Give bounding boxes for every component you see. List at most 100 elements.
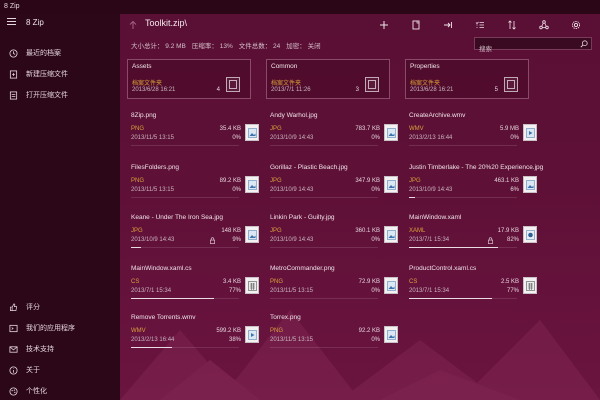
file-type: PNG — [270, 328, 284, 334]
folder-item-count: 5 — [494, 87, 498, 93]
file-date: 2013/10/9 14:43 — [270, 187, 314, 193]
file-date: 2013/10/9 14:43 — [131, 237, 175, 243]
compression-bar-fill — [409, 298, 493, 299]
folder-tile[interactable]: Assets 档案文件夹 2013/6/28 16:21 4 — [127, 59, 251, 99]
folder-name: Properties — [410, 63, 440, 70]
file-type: CS — [409, 279, 418, 285]
nav-about[interactable]: 关于 — [0, 361, 120, 379]
compression-ratio: 6% — [510, 187, 519, 193]
file-name: MainWindow.xaml.cs — [131, 265, 192, 272]
folder-item-count: 4 — [216, 87, 220, 93]
file-name: Andy Warhol.jpg — [270, 112, 318, 119]
compression-ratio: 0% — [371, 288, 380, 294]
search-icon[interactable] — [580, 40, 588, 48]
new-archive-icon — [0, 69, 26, 79]
folder-date: 2013/6/28 16:21 — [132, 87, 176, 93]
search-input[interactable] — [475, 44, 575, 55]
file-tile[interactable]: Linkin Park - Guilty.jpg JPG 2013/10/9 14:… — [270, 214, 398, 254]
compression-bar — [409, 197, 517, 198]
nav-our-apps[interactable]: 我们的应用程序 — [0, 319, 120, 337]
compression-bar-fill — [131, 298, 215, 299]
compression-bar — [131, 347, 239, 348]
compression-ratio: 38% — [228, 337, 241, 343]
new-file-button[interactable] — [400, 18, 432, 32]
file-date: 2013/2/13 16:44 — [409, 135, 453, 141]
file-type: WMV — [131, 328, 146, 334]
compression-bar — [131, 247, 239, 248]
image-file-icon — [384, 326, 398, 343]
file-date: 2013/10/9 14:43 — [270, 135, 314, 141]
nav-open-archive[interactable]: 打开压缩文件 — [0, 86, 120, 104]
file-tile[interactable]: Andy Warhol.jpg JPG 2013/10/9 14:43 783.7 K… — [270, 112, 398, 152]
compression-bar-fill — [131, 347, 173, 348]
xaml-file-icon — [523, 226, 537, 243]
extract-button[interactable] — [432, 18, 464, 32]
nav-rate[interactable]: 评分 — [0, 298, 120, 316]
file-type: WMV — [409, 126, 424, 132]
file-tile[interactable]: FilesFolders.png PNG 2013/11/5 13:15 89.2 K… — [131, 164, 259, 204]
file-date: 2013/11/5 13:15 — [270, 337, 313, 343]
compression-bar — [270, 347, 378, 348]
nav-recent-archives[interactable]: 最近的档案 — [0, 44, 120, 62]
thumbs-up-icon — [0, 303, 26, 312]
file-tile[interactable]: MetroCommander.png PNG 2013/11/5 13:15 72.9… — [270, 265, 398, 305]
file-tile[interactable]: 8Zip.png PNG 2013/11/5 13:15 35.4 KB 0% — [131, 112, 259, 152]
nav-new-archive[interactable]: 新建压缩文件 — [0, 65, 120, 83]
apps-icon — [0, 324, 26, 333]
image-file-icon — [384, 176, 398, 193]
file-tile[interactable]: ProductControl.xaml.cs CS 2013/7/1 15:34 2.… — [409, 265, 537, 305]
file-tile[interactable]: Gorillaz - Plastic Beach.jpg JPG 2013/10/9… — [270, 164, 398, 204]
compression-ratio: 77% — [228, 288, 241, 294]
search-box — [474, 37, 592, 55]
file-name: Keane - Under The Iron Sea.jpg — [131, 214, 224, 221]
file-tile[interactable]: Remove Torrents.wmv WMV 2013/2/13 16:44 599… — [131, 314, 259, 354]
hamburger-menu-icon[interactable] — [7, 18, 16, 26]
file-tile[interactable]: Justin Timberlake - The 20%20 Experience… — [409, 164, 543, 204]
compression-bar — [131, 145, 239, 146]
select-all-button[interactable] — [464, 18, 496, 32]
add-icon — [380, 21, 388, 29]
file-size: 5.9 MB — [499, 126, 519, 132]
image-file-icon — [523, 176, 537, 193]
personalize-icon — [0, 386, 26, 396]
add-button[interactable] — [368, 18, 400, 32]
info-icon — [0, 365, 26, 375]
stat-compression: 压缩率： 13% — [191, 43, 233, 50]
compression-ratio: 0% — [371, 135, 380, 141]
file-type: PNG — [131, 126, 145, 132]
file-tile[interactable]: Keane - Under The Iron Sea.jpg JPG 2013/10… — [131, 214, 259, 254]
image-file-icon — [245, 124, 259, 141]
file-type: PNG — [131, 178, 145, 184]
file-tile[interactable]: Torrex.png PNG 2013/11/5 13:15 92.2 KB 0% — [270, 314, 398, 354]
settings-button[interactable] — [560, 18, 592, 32]
toolbar — [368, 18, 592, 32]
file-tile[interactable]: MainWindow.xaml.cs CS 2013/7/1 15:34 3.4 KB… — [131, 265, 259, 305]
compression-ratio: 0% — [371, 187, 380, 193]
file-name: Gorillaz - Plastic Beach.jpg — [270, 164, 348, 171]
folder-item-count: 3 — [355, 87, 359, 93]
file-tile[interactable]: CreateArchive.wmv WMV 2013/2/13 16:44 5.9 M… — [409, 112, 537, 152]
folder-name: Common — [271, 63, 298, 70]
file-tile[interactable]: MainWindow.xaml XAML 2013/7/1 15:34 17.9 KB… — [409, 214, 537, 254]
folder-date: 2013/6/28 16:21 — [410, 87, 454, 93]
nav-label: 我们的应用程序 — [26, 325, 75, 332]
nav-label: 技术支持 — [26, 346, 54, 353]
file-type: JPG — [270, 178, 282, 184]
up-arrow-icon[interactable] — [128, 20, 138, 30]
nav-support[interactable]: 技术支持 — [0, 340, 120, 358]
compression-bar-fill — [409, 197, 416, 198]
file-type: JPG — [131, 228, 143, 234]
folder-tile[interactable]: Common 档案文件夹 2013/7/1 11:26 3 — [266, 59, 390, 99]
file-size: 2.5 KB — [500, 279, 519, 285]
file-size: 92.2 KB — [358, 328, 380, 334]
stat-file-count: 文件总数： 24 — [238, 43, 281, 50]
compression-bar — [270, 247, 378, 248]
nav-personalize[interactable]: 个性化 — [0, 382, 120, 400]
nav-label: 打开压缩文件 — [26, 92, 68, 99]
folder-tile[interactable]: Properties 档案文件夹 2013/6/28 16:21 5 — [405, 59, 529, 99]
sort-button[interactable] — [496, 18, 528, 32]
image-file-icon — [384, 124, 398, 141]
file-date: 2013/11/5 13:15 — [131, 187, 174, 193]
share-button[interactable] — [528, 18, 560, 32]
select-all-icon — [475, 21, 484, 28]
